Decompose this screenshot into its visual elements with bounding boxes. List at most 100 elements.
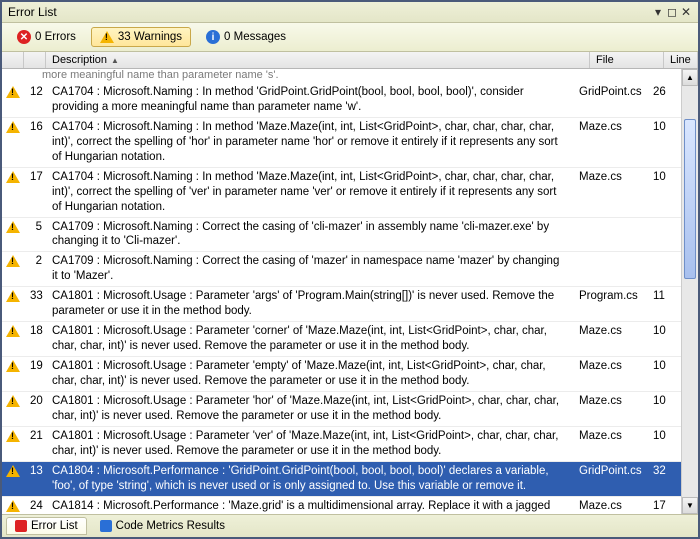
row-file <box>573 219 647 251</box>
col-header-icon[interactable] <box>2 52 24 68</box>
row-file: Maze.cs <box>573 358 647 390</box>
col-header-file[interactable]: File <box>590 52 664 68</box>
warning-icon <box>6 360 20 372</box>
warning-icon <box>6 86 20 98</box>
tab-error-list[interactable]: Error List <box>6 517 87 535</box>
row-description: CA1801 : Microsoft.Usage : Parameter 'co… <box>46 323 573 355</box>
tab-code-metrics[interactable]: Code Metrics Results <box>91 517 234 535</box>
row-description: CA1801 : Microsoft.Usage : Parameter 'em… <box>46 358 573 390</box>
row-icon-cell <box>2 219 24 251</box>
table-row[interactable]: 2CA1709 : Microsoft.Naming : Correct the… <box>2 252 681 287</box>
warning-icon <box>6 255 20 267</box>
code-metrics-icon <box>100 520 112 532</box>
row-line <box>647 253 681 285</box>
warning-icon <box>100 31 114 43</box>
row-icon-cell <box>2 169 24 216</box>
table-row[interactable]: 19CA1801 : Microsoft.Usage : Parameter '… <box>2 357 681 392</box>
row-description: CA1814 : Microsoft.Performance : 'Maze.g… <box>46 498 573 515</box>
table-row[interactable]: 18CA1801 : Microsoft.Usage : Parameter '… <box>2 322 681 357</box>
table-row[interactable]: 16CA1704 : Microsoft.Naming : In method … <box>2 118 681 168</box>
row-line: 32 <box>647 463 681 495</box>
messages-filter-button[interactable]: i 0 Messages <box>197 27 295 47</box>
warning-icon <box>6 221 20 233</box>
error-list-body: more meaningful name than parameter name… <box>2 69 698 514</box>
warning-icon <box>6 395 20 407</box>
errors-filter-button[interactable]: ✕ 0 Errors <box>8 27 85 47</box>
warning-icon <box>6 465 20 477</box>
scroll-thumb[interactable] <box>684 119 696 279</box>
info-icon: i <box>206 30 220 44</box>
row-description: CA1801 : Microsoft.Usage : Parameter 'ar… <box>46 288 573 320</box>
vertical-scrollbar[interactable]: ▲ ▼ <box>681 69 698 514</box>
row-file: GridPoint.cs <box>573 84 647 116</box>
row-line: 10 <box>647 323 681 355</box>
table-row[interactable]: 21CA1801 : Microsoft.Usage : Parameter '… <box>2 427 681 462</box>
warning-icon <box>6 290 20 302</box>
row-description: CA1709 : Microsoft.Naming : Correct the … <box>46 253 573 285</box>
row-description: CA1801 : Microsoft.Usage : Parameter 've… <box>46 428 573 460</box>
row-description: CA1704 : Microsoft.Naming : In method 'G… <box>46 84 573 116</box>
row-number: 17 <box>24 169 46 216</box>
row-icon-cell <box>2 119 24 166</box>
row-number: 24 <box>24 498 46 515</box>
sort-asc-icon: ▲ <box>111 56 119 65</box>
warning-icon <box>6 171 20 183</box>
warning-icon <box>6 500 20 512</box>
row-line: 17 <box>647 498 681 515</box>
table-row[interactable]: 33CA1801 : Microsoft.Usage : Parameter '… <box>2 287 681 322</box>
row-description: CA1704 : Microsoft.Naming : In method 'M… <box>46 119 573 166</box>
errors-filter-label: 0 Errors <box>35 31 76 43</box>
row-icon-cell <box>2 323 24 355</box>
warnings-filter-label: 33 Warnings <box>118 31 182 43</box>
error-icon: ✕ <box>17 30 31 44</box>
table-row[interactable]: 12CA1704 : Microsoft.Naming : In method … <box>2 83 681 118</box>
column-headers: Description ▲ File Line <box>2 52 698 69</box>
error-list-icon <box>15 520 27 532</box>
row-description: CA1804 : Microsoft.Performance : 'GridPo… <box>46 463 573 495</box>
row-number: 19 <box>24 358 46 390</box>
close-icon[interactable]: ✕ <box>680 6 692 18</box>
warning-icon <box>6 325 20 337</box>
row-line: 26 <box>647 84 681 116</box>
row-file: GridPoint.cs <box>573 463 647 495</box>
table-row[interactable]: 5CA1709 : Microsoft.Naming : Correct the… <box>2 218 681 253</box>
row-description: CA1704 : Microsoft.Naming : In method 'M… <box>46 169 573 216</box>
table-row[interactable]: 20CA1801 : Microsoft.Usage : Parameter '… <box>2 392 681 427</box>
row-number: 33 <box>24 288 46 320</box>
filter-toolbar: ✕ 0 Errors 33 Warnings i 0 Messages <box>2 23 698 52</box>
row-number: 13 <box>24 463 46 495</box>
table-row[interactable]: 13CA1804 : Microsoft.Performance : 'Grid… <box>2 462 681 497</box>
table-row[interactable]: 17CA1704 : Microsoft.Naming : In method … <box>2 168 681 218</box>
row-description: CA1801 : Microsoft.Usage : Parameter 'ho… <box>46 393 573 425</box>
table-row[interactable]: 24CA1814 : Microsoft.Performance : 'Maze… <box>2 497 681 515</box>
row-line <box>647 219 681 251</box>
row-number: 20 <box>24 393 46 425</box>
row-file: Maze.cs <box>573 119 647 166</box>
row-icon-cell <box>2 288 24 320</box>
row-file <box>573 253 647 285</box>
row-line: 10 <box>647 393 681 425</box>
row-description: CA1709 : Microsoft.Naming : Correct the … <box>46 219 573 251</box>
row-icon-cell <box>2 393 24 425</box>
warning-icon <box>6 121 20 133</box>
row-file: Maze.cs <box>573 169 647 216</box>
col-header-description[interactable]: Description ▲ <box>46 52 590 68</box>
row-icon-cell <box>2 253 24 285</box>
row-line: 10 <box>647 428 681 460</box>
row-number: 21 <box>24 428 46 460</box>
col-header-line[interactable]: Line <box>664 52 698 68</box>
partial-row-above: more meaningful name than parameter name… <box>2 69 681 83</box>
row-file: Maze.cs <box>573 393 647 425</box>
maximize-icon[interactable]: ◻ <box>666 6 678 18</box>
row-number: 16 <box>24 119 46 166</box>
row-file: Maze.cs <box>573 428 647 460</box>
footer-tabs: Error List Code Metrics Results <box>2 514 698 537</box>
col-header-number[interactable] <box>24 52 46 68</box>
warnings-filter-button[interactable]: 33 Warnings <box>91 27 191 47</box>
scroll-down-icon[interactable]: ▼ <box>682 497 698 514</box>
row-icon-cell <box>2 358 24 390</box>
window-controls: ▾ ◻ ✕ <box>652 6 692 18</box>
scroll-up-icon[interactable]: ▲ <box>682 69 698 86</box>
dropdown-icon[interactable]: ▾ <box>652 6 664 18</box>
row-line: 11 <box>647 288 681 320</box>
